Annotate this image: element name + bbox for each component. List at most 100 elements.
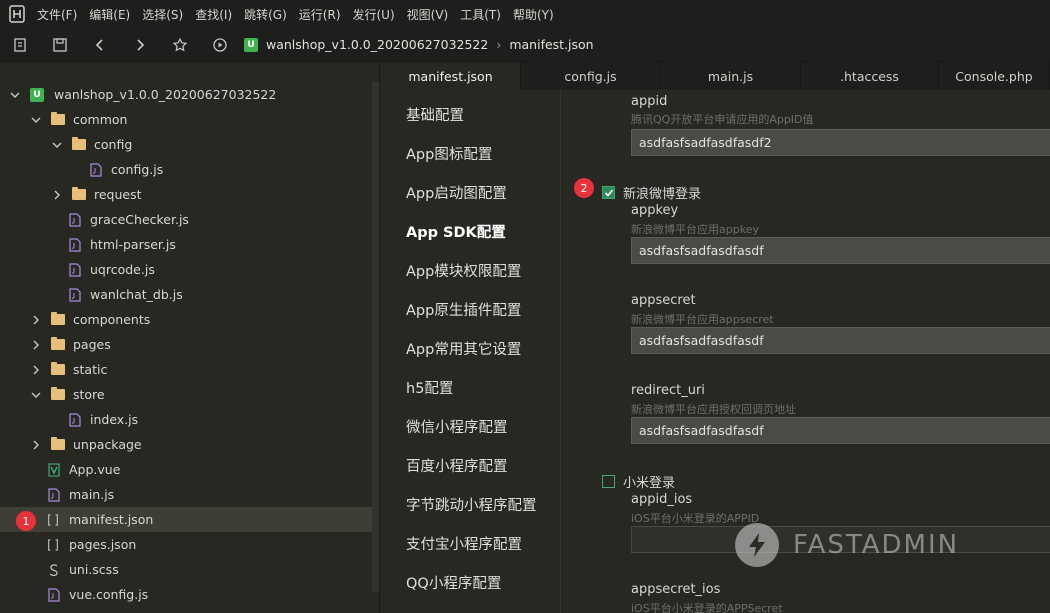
nav-app-other[interactable]: App常用其它设置: [406, 338, 521, 359]
tab-htaccess[interactable]: .htaccess: [801, 62, 939, 90]
nav-alipay-mp[interactable]: 支付宝小程序配置: [406, 533, 522, 554]
js-file-icon: [69, 212, 81, 227]
nav-app-native-plugins[interactable]: App原生插件配置: [406, 299, 521, 320]
menu-goto[interactable]: 跳转(G): [244, 6, 287, 23]
breadcrumb-file[interactable]: manifest.json: [509, 37, 593, 52]
breadcrumb-project[interactable]: wanlshop_v1.0.0_20200627032522: [266, 37, 488, 52]
tree-file-app-vue[interactable]: App.vue: [0, 457, 372, 482]
nav-weixin-mp[interactable]: 微信小程序配置: [406, 416, 508, 437]
uniapp-project-icon: U: [30, 87, 44, 102]
js-file-icon: [90, 162, 102, 177]
tree-folder-common[interactable]: common: [0, 107, 372, 132]
nav-app-sdk[interactable]: App SDK配置: [406, 221, 506, 242]
tree-file-gracechecker[interactable]: graceChecker.js: [0, 207, 372, 232]
back-icon[interactable]: [80, 28, 120, 62]
xiaomi-login-label: 小米登录: [623, 476, 676, 491]
tree-label: index.js: [90, 412, 139, 427]
menu-edit[interactable]: 编辑(E): [89, 6, 130, 23]
checkbox-checked-icon[interactable]: [602, 186, 615, 199]
redirect-uri-input[interactable]: asdfasfsadfasdfasdf: [631, 417, 1050, 444]
tree-folder-store[interactable]: store: [0, 382, 372, 407]
menu-publish[interactable]: 发行(U): [353, 6, 395, 23]
folder-icon: [72, 137, 86, 150]
nav-toutiao-mp[interactable]: 字节跳动小程序配置: [406, 494, 537, 515]
tree-folder-unpackage[interactable]: unpackage: [0, 432, 372, 457]
js-file-icon: [48, 487, 60, 502]
tree-folder-config[interactable]: config: [0, 132, 372, 157]
nav-basic[interactable]: 基础配置: [406, 104, 464, 125]
tree-folder-request[interactable]: request: [0, 182, 372, 207]
run-icon[interactable]: [200, 28, 240, 62]
tree-label: manifest.json: [69, 512, 154, 527]
project-explorer: U wanlshop_v1.0.0_20200627032522 common …: [0, 62, 380, 613]
redirect-uri-label: redirect_uri: [631, 383, 705, 398]
tree-file-main-js[interactable]: main.js: [0, 482, 372, 507]
nav-app-splash[interactable]: App启动图配置: [406, 182, 507, 203]
tree-label: uqrcode.js: [90, 262, 155, 277]
folder-icon: [51, 312, 65, 325]
menu-find[interactable]: 查找(I): [195, 6, 232, 23]
new-file-icon[interactable]: [0, 28, 40, 62]
breadcrumb-separator: ›: [496, 37, 502, 52]
menu-select[interactable]: 选择(S): [142, 6, 183, 23]
tab-config-js[interactable]: config.js: [521, 62, 661, 90]
sidebar-scrollbar[interactable]: [372, 82, 379, 592]
breadcrumb: U wanlshop_v1.0.0_20200627032522 › manif…: [244, 37, 594, 52]
tree-label: uni.scss: [69, 562, 119, 577]
tree-file-htmlparser[interactable]: html-parser.js: [0, 232, 372, 257]
menu-run[interactable]: 运行(R): [299, 6, 341, 23]
tree-folder-static[interactable]: static: [0, 357, 372, 382]
tree-file-uni-scss[interactable]: uni.scss: [0, 557, 372, 582]
tree-file-uqrcode[interactable]: uqrcode.js: [0, 257, 372, 282]
qq-appid-input[interactable]: asdfasfsadfasdfasdf2: [631, 129, 1050, 156]
tree-file-pages-json[interactable]: pages.json: [0, 532, 372, 557]
folder-icon: [72, 187, 86, 200]
js-file-icon: [69, 412, 81, 427]
appsecret-input[interactable]: asdfasfsadfasdfasdf: [631, 327, 1050, 354]
menu-view[interactable]: 视图(V): [407, 6, 449, 23]
tree-label: App.vue: [69, 462, 121, 477]
appkey-label: appkey: [631, 203, 679, 218]
xiaomi-login-option[interactable]: 小米登录: [602, 472, 675, 491]
tree-label: main.js: [69, 487, 115, 502]
tab-manifest[interactable]: manifest.json: [381, 62, 521, 90]
scss-file-icon: [48, 563, 60, 577]
tree-file-config-js[interactable]: config.js: [0, 157, 372, 182]
appkey-hint: 新浪微博平台应用appkey: [631, 223, 759, 236]
menu-file[interactable]: 文件(F): [37, 6, 77, 23]
chevron-right-icon: [31, 440, 41, 450]
tree-root-label: wanlshop_v1.0.0_20200627032522: [54, 87, 277, 102]
save-icon[interactable]: [40, 28, 80, 62]
tab-main-js[interactable]: main.js: [661, 62, 801, 90]
tree-file-index-js[interactable]: index.js: [0, 407, 372, 432]
tree-root[interactable]: U wanlshop_v1.0.0_20200627032522: [0, 82, 372, 107]
star-icon[interactable]: [160, 28, 200, 62]
tab-console-php[interactable]: Console.php: [939, 62, 1050, 90]
tree-label: config.js: [111, 162, 164, 177]
tree-label: pages: [73, 337, 111, 352]
nav-app-icon[interactable]: App图标配置: [406, 143, 492, 164]
tree-folder-components[interactable]: components: [0, 307, 372, 332]
weibo-login-option[interactable]: 新浪微博登录: [602, 183, 701, 202]
appkey-input[interactable]: asdfasfsadfasdfasdf: [631, 237, 1050, 264]
checkbox-unchecked-icon[interactable]: [602, 475, 615, 488]
tree-folder-pages[interactable]: pages: [0, 332, 372, 357]
nav-qq-mp[interactable]: QQ小程序配置: [406, 572, 501, 593]
folder-icon: [51, 337, 65, 350]
chevron-down-icon: [31, 115, 41, 125]
forward-icon[interactable]: [120, 28, 160, 62]
tree-label: static: [73, 362, 108, 377]
chevron-down-icon: [10, 90, 20, 100]
uniapp-project-icon: U: [244, 37, 258, 52]
weibo-login-label: 新浪微博登录: [623, 187, 702, 202]
tree-file-vue-config[interactable]: vue.config.js: [0, 582, 372, 607]
nav-app-modules[interactable]: App模块权限配置: [406, 260, 521, 281]
folder-icon: [51, 112, 65, 125]
chevron-down-icon: [31, 390, 41, 400]
menu-help[interactable]: 帮助(Y): [513, 6, 554, 23]
menu-tools[interactable]: 工具(T): [460, 6, 501, 23]
nav-h5[interactable]: h5配置: [406, 377, 453, 398]
tree-file-wanlchat[interactable]: wanlchat_db.js: [0, 282, 372, 307]
tree-file-manifest[interactable]: manifest.json: [0, 507, 372, 532]
nav-baidu-mp[interactable]: 百度小程序配置: [406, 455, 508, 476]
